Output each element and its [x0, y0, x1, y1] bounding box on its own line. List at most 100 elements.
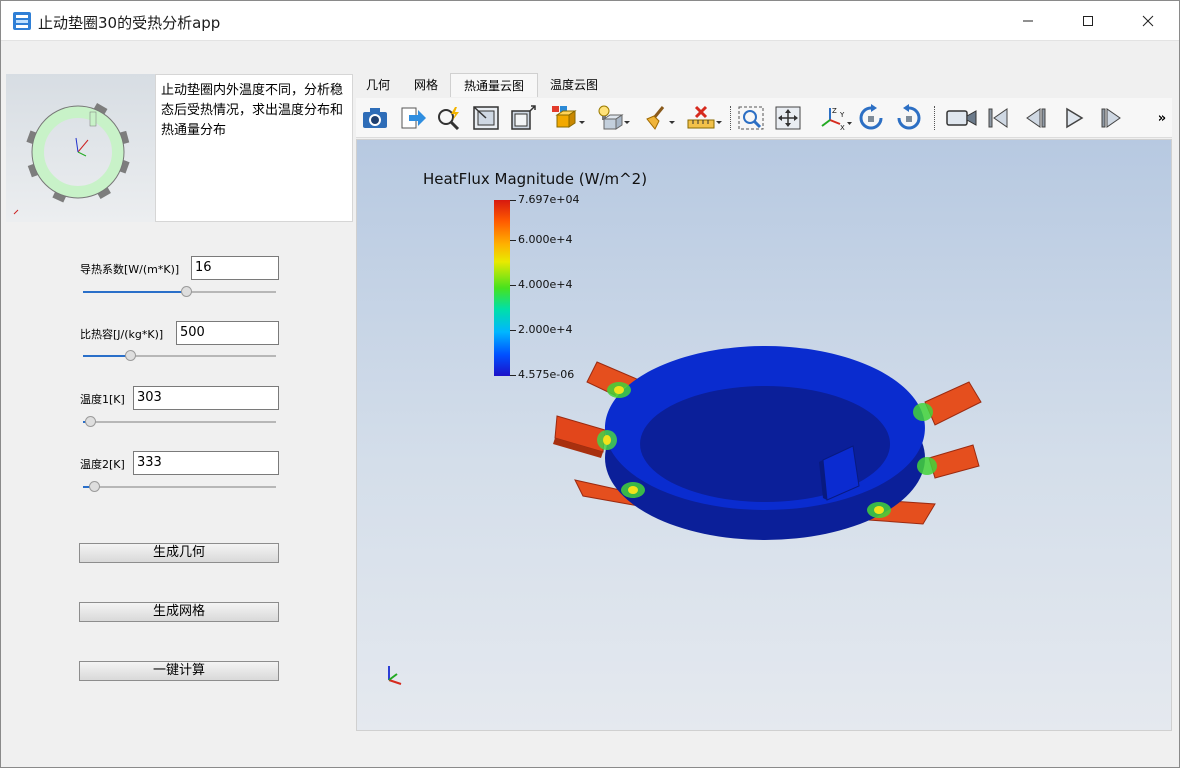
specific-heat-label: 比热容[J/(kg*K)]	[80, 328, 164, 341]
axis-letter-z: Z	[832, 107, 837, 115]
compute-button[interactable]: 一键计算	[79, 661, 279, 681]
hot-core	[603, 435, 611, 445]
light-icon	[598, 105, 630, 130]
fit-all-icon	[775, 106, 801, 130]
ruler-button[interactable]	[686, 103, 722, 133]
specific-heat-input[interactable]: 500	[176, 321, 279, 345]
slider-fill	[83, 355, 131, 357]
slider-groove	[83, 486, 276, 488]
legend-tick	[510, 285, 516, 286]
clear-button[interactable]	[641, 103, 675, 133]
specific-heat-slider[interactable]	[83, 349, 276, 363]
view-box-icon	[511, 105, 536, 130]
heat-flux-model	[553, 346, 982, 540]
rotate-ccw-icon	[897, 104, 921, 130]
title-bar: 止动垫圈30的受热分析app	[1, 1, 1179, 41]
temperature1-input[interactable]: 303	[133, 386, 279, 410]
slider-handle[interactable]	[85, 416, 96, 427]
pick-button[interactable]	[434, 103, 464, 133]
close-button[interactable]	[1118, 1, 1178, 41]
temperature2-label: 温度2[K]	[80, 458, 125, 471]
tab-temperature[interactable]: 温度云图	[542, 73, 606, 97]
slider-groove	[83, 421, 276, 423]
prev-frame-button[interactable]	[1021, 103, 1051, 133]
clear-icon	[646, 106, 675, 130]
export-icon	[401, 107, 426, 129]
conductivity-label: 导热系数[W/(m*K)]	[80, 263, 180, 276]
temperature1-slider[interactable]	[83, 415, 276, 429]
minimize-button[interactable]	[998, 1, 1058, 41]
generate-geometry-button[interactable]: 生成几何	[79, 543, 279, 563]
tab-heat-flux[interactable]: 热通量云图	[450, 73, 538, 97]
maximize-button[interactable]	[1058, 1, 1118, 41]
viewer-toolbar: ZYX »	[356, 98, 1172, 138]
temperature2-slider[interactable]	[83, 480, 276, 494]
temperature1-label: 温度1[K]	[80, 393, 125, 406]
view-fit-button[interactable]	[471, 103, 501, 133]
rotate-ccw-button[interactable]	[894, 103, 924, 133]
legend-label-max: 7.697e+04	[518, 193, 580, 206]
next-frame-icon	[1101, 108, 1121, 128]
zoom-box-icon	[738, 106, 764, 130]
generate-mesh-button[interactable]: 生成网格	[79, 602, 279, 622]
tab-left	[553, 415, 606, 458]
record-button[interactable]	[945, 103, 979, 133]
slider-handle[interactable]	[125, 350, 136, 361]
play-button[interactable]	[1059, 103, 1089, 133]
minimize-icon	[1023, 20, 1033, 22]
legend-tick	[510, 200, 516, 201]
toolbar-separator	[934, 106, 935, 130]
color-scale-bar	[494, 200, 510, 376]
tab-geometry[interactable]: 几何	[356, 73, 400, 97]
pick-icon	[438, 107, 460, 130]
legend-tick	[510, 330, 516, 331]
legend-label: 6.000e+4	[518, 233, 573, 246]
app-icon	[12, 11, 32, 31]
view-box-button[interactable]	[508, 103, 538, 133]
temperature2-input[interactable]: 333	[133, 451, 279, 475]
zoom-box-button[interactable]	[736, 103, 766, 133]
conductivity-slider[interactable]	[83, 285, 276, 299]
play-icon	[1066, 107, 1084, 129]
fit-all-button[interactable]	[773, 103, 803, 133]
rotate-cw-icon	[859, 104, 883, 130]
first-frame-button[interactable]	[983, 103, 1013, 133]
tab-upper-right	[924, 381, 982, 426]
legend-title: HeatFlux Magnitude (W/m^2)	[423, 170, 648, 188]
toolbar-overflow-button[interactable]: »	[1152, 103, 1172, 133]
legend-label: 4.000e+4	[518, 278, 573, 291]
tab-mesh[interactable]: 网格	[404, 73, 448, 97]
render-viewport[interactable]: HeatFlux Magnitude (W/m^2) 7.697e+04 6.0…	[356, 139, 1172, 731]
record-icon	[946, 110, 977, 126]
hot-spot	[917, 457, 937, 475]
close-icon	[1142, 15, 1154, 27]
slider-handle[interactable]	[181, 286, 192, 297]
legend-label: 2.000e+4	[518, 323, 573, 336]
legend-tick	[510, 240, 516, 241]
rotate-cw-button[interactable]	[856, 103, 886, 133]
slider-fill	[83, 291, 187, 293]
app-window: 止动垫圈30的受热分析app 止动垫圈内外温度不同，分析稳态后受热情况，求出温度…	[0, 0, 1180, 768]
export-button[interactable]	[398, 103, 428, 133]
view-fit-icon	[473, 106, 499, 130]
maximize-icon	[1083, 16, 1093, 26]
tab-right	[928, 444, 980, 479]
hot-core	[874, 506, 884, 514]
display-mode-button[interactable]	[551, 103, 585, 133]
conductivity-input[interactable]: 16	[191, 256, 279, 280]
toolbar-separator	[730, 106, 731, 130]
status-bar	[1, 741, 1179, 767]
camera-icon	[363, 108, 387, 128]
legend-tick	[510, 375, 516, 376]
preview-thumbnail	[6, 74, 155, 222]
slider-handle[interactable]	[89, 481, 100, 492]
axes-button[interactable]: ZYX	[818, 103, 852, 133]
lighting-button[interactable]	[596, 103, 630, 133]
hot-core	[614, 386, 624, 394]
next-frame-button[interactable]	[1096, 103, 1126, 133]
hot-core	[628, 486, 638, 494]
screenshot-button[interactable]	[360, 103, 390, 133]
legend-label-min: 4.575e-06	[518, 368, 575, 381]
axis-letter-x: X	[840, 124, 845, 132]
window-title: 止动垫圈30的受热分析app	[38, 14, 221, 32]
